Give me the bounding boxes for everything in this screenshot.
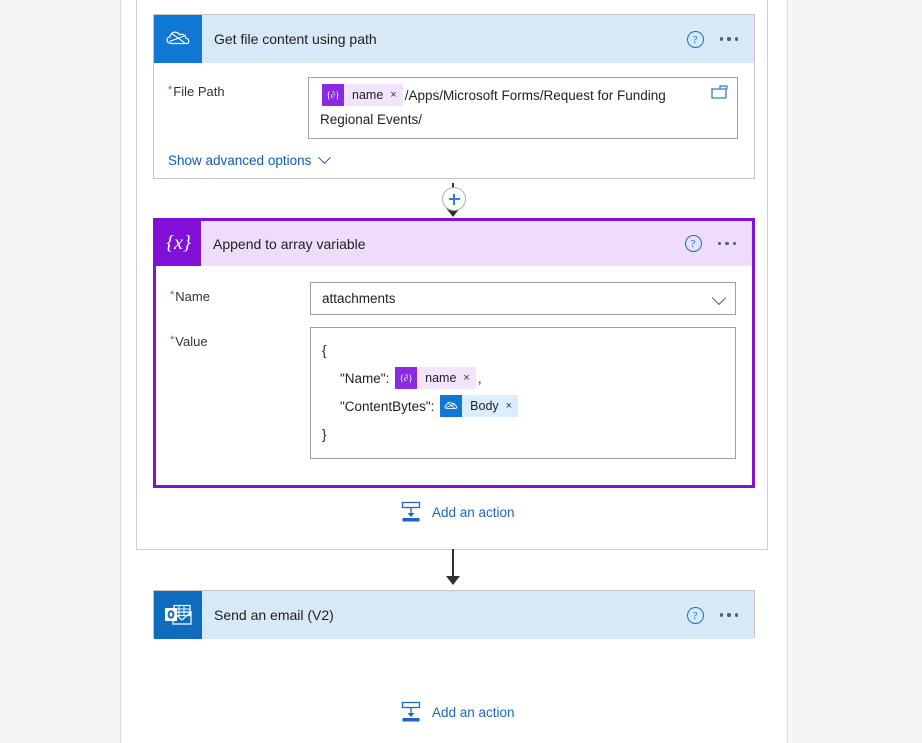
card-header-actions: ? xyxy=(686,30,755,48)
value-line: "ContentBytes": Body × xyxy=(322,393,724,421)
add-action-button-inside-scope[interactable]: Add an action xyxy=(400,501,515,523)
card-header[interactable]: Get file content using path ? xyxy=(154,15,754,63)
value-line: "Name": {∂} name × , xyxy=(322,365,724,393)
card-header-actions: ? xyxy=(686,606,755,624)
dynamic-token-name[interactable]: {∂} name × xyxy=(322,83,403,107)
canvas-gutter-right xyxy=(787,0,922,743)
more-options-icon[interactable] xyxy=(719,37,738,41)
folder-icon[interactable] xyxy=(711,85,728,99)
field-control-name: attachments xyxy=(310,282,736,315)
value-line: } xyxy=(322,421,724,449)
variable-name-select[interactable]: attachments xyxy=(310,282,736,315)
action-title: Get file content using path xyxy=(214,31,377,47)
action-card-send-an-email-v2[interactable]: Send an email (V2) ? xyxy=(153,590,755,639)
chevron-down-icon xyxy=(318,151,332,165)
value-line-text: "Name": xyxy=(340,371,390,386)
expression-icon: {∂} xyxy=(395,367,418,390)
card-body: *File Path {∂} name × /Apps/Microsoft Fo… xyxy=(154,63,754,178)
required-indicator: * xyxy=(170,334,175,346)
action-title: Append to array variable xyxy=(213,235,366,252)
card-body: *Name attachments *Value {"Name": {∂} n… xyxy=(156,266,752,485)
help-icon[interactable]: ? xyxy=(686,30,704,48)
token-remove-icon[interactable]: × xyxy=(390,83,396,107)
expression-icon: {∂} xyxy=(322,84,344,107)
card-header-actions: ? xyxy=(684,235,753,252)
field-control-file-path: {∂} name × /Apps/Microsoft Forms/Request… xyxy=(308,77,738,139)
field-label-text: Name xyxy=(175,289,210,304)
value-line: { xyxy=(322,337,724,365)
field-row-name: *Name attachments xyxy=(170,282,736,315)
required-indicator: * xyxy=(168,84,173,96)
show-advanced-options-label: Show advanced options xyxy=(168,153,312,168)
action-card-append-to-array-variable[interactable]: {x} Append to array variable ? *Name att… xyxy=(153,218,755,488)
file-path-input[interactable]: {∂} name × /Apps/Microsoft Forms/Request… xyxy=(308,77,738,139)
field-control-value: { "Name": {∂} name × , "ContentBytes": B… xyxy=(310,327,736,459)
token-remove-icon[interactable]: × xyxy=(463,364,469,392)
more-options-icon[interactable] xyxy=(719,613,738,617)
field-label-text: Value xyxy=(175,334,208,349)
action-title: Send an email (V2) xyxy=(214,607,334,623)
add-action-button-bottom[interactable]: Add an action xyxy=(400,701,515,723)
add-action-label: Add an action xyxy=(432,704,515,720)
canvas-gutter-left xyxy=(0,0,121,743)
token-label-text: name xyxy=(352,88,384,103)
value-line-text: { xyxy=(322,343,327,358)
dynamic-token-body[interactable]: Body × xyxy=(440,392,519,420)
card-header[interactable]: {x} Append to array variable ? xyxy=(156,221,752,266)
outlook-icon xyxy=(154,591,202,639)
variable-value-input[interactable]: { "Name": {∂} name × , "ContentBytes": B… xyxy=(310,327,736,459)
token-label-text: Body xyxy=(470,399,499,414)
value-line-suffix: , xyxy=(477,371,482,386)
add-action-label: Add an action xyxy=(432,504,515,520)
help-icon[interactable]: ? xyxy=(684,235,702,252)
field-label-value: *Value xyxy=(170,327,310,349)
variable-braces-icon: {x} xyxy=(156,221,201,266)
connector-arrowhead xyxy=(446,576,460,585)
field-label-text: File Path xyxy=(173,84,225,99)
insert-action-icon xyxy=(400,501,422,523)
dynamic-token-name[interactable]: {∂} name × xyxy=(395,364,476,392)
onedrive-icon xyxy=(154,15,202,63)
token-body: name × xyxy=(344,83,403,107)
field-row-value: *Value { "Name": {∂} name × , "ContentBy… xyxy=(170,327,736,459)
insert-action-icon xyxy=(400,701,422,723)
action-card-get-file-content-using-path[interactable]: Get file content using path ? *File Path xyxy=(153,14,755,179)
required-indicator: * xyxy=(170,289,175,301)
onedrive-icon xyxy=(440,395,463,418)
field-label-name: *Name xyxy=(170,282,310,304)
value-line-text: "ContentBytes": xyxy=(340,399,435,414)
token-body: name × xyxy=(417,364,476,392)
token-label-text: name xyxy=(425,371,457,386)
designer-surface: Get file content using path ? *File Path xyxy=(121,0,787,743)
token-remove-icon[interactable]: × xyxy=(506,392,512,420)
chevron-down-icon[interactable] xyxy=(711,290,727,306)
value-line-text: } xyxy=(322,427,327,442)
more-options-icon[interactable] xyxy=(717,241,736,246)
help-icon[interactable]: ? xyxy=(686,606,704,624)
card-header[interactable]: Send an email (V2) ? xyxy=(154,591,754,639)
variable-glyph: {x} xyxy=(166,232,191,254)
field-row-file-path: *File Path {∂} name × /Apps/Microsoft Fo… xyxy=(168,77,738,139)
show-advanced-options-button[interactable]: Show advanced options xyxy=(168,151,332,168)
token-body: Body × xyxy=(462,392,519,420)
field-label-file-path: *File Path xyxy=(168,77,308,99)
insert-new-step-button[interactable] xyxy=(442,187,466,211)
flow-designer-canvas: Get file content using path ? *File Path xyxy=(0,0,922,743)
variable-name-value: attachments xyxy=(322,291,396,306)
